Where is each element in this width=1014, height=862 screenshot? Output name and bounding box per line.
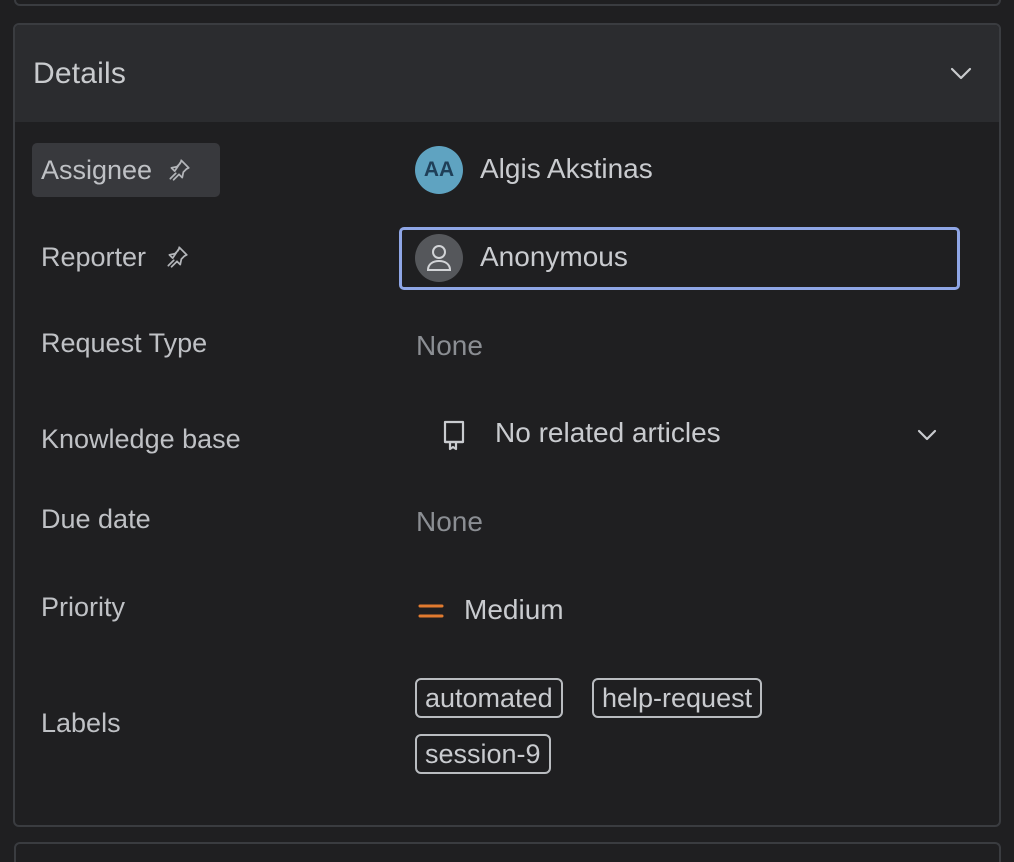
due-date-label: Due date [41, 504, 151, 534]
previous-panel-edge [14, 0, 1001, 6]
priority-medium-icon [417, 600, 445, 627]
label-tag[interactable]: session-9 [415, 734, 551, 774]
priority-label: Priority [41, 592, 126, 622]
details-panel: Details Assignee AA Algis Akstinas Repor… [13, 23, 1001, 827]
assignee-label-text: Assignee [41, 154, 153, 185]
knowledge-base-icon [441, 418, 469, 457]
knowledge-base-value: No related articles [495, 417, 721, 448]
knowledge-base-select[interactable]: No related articles [415, 413, 955, 457]
due-date-value[interactable]: None [416, 506, 483, 538]
pin-icon[interactable] [166, 157, 192, 183]
reporter-label[interactable]: Reporter [41, 237, 190, 277]
label-tag[interactable]: automated [415, 678, 563, 718]
assignee-label[interactable]: Assignee [32, 143, 220, 197]
request-type-label: Request Type [41, 328, 208, 358]
reporter-label-text: Reporter [41, 241, 147, 272]
labels-label: Labels [41, 708, 121, 738]
person-icon [415, 234, 463, 282]
chevron-down-icon[interactable] [915, 425, 939, 450]
priority-value[interactable]: Medium [464, 594, 564, 626]
request-type-value[interactable]: None [416, 330, 483, 362]
label-tag[interactable]: help-request [592, 678, 763, 718]
pin-icon[interactable] [164, 244, 190, 270]
details-title: Details [33, 56, 127, 90]
next-panel-edge [14, 842, 1001, 862]
knowledge-base-label: Knowledge base [41, 424, 241, 454]
assignee-avatar: AA [415, 146, 463, 194]
chevron-down-icon[interactable] [949, 63, 973, 83]
reporter-name[interactable]: Anonymous [480, 241, 628, 273]
assignee-name[interactable]: Algis Akstinas [480, 153, 653, 185]
details-header[interactable]: Details [15, 25, 999, 122]
